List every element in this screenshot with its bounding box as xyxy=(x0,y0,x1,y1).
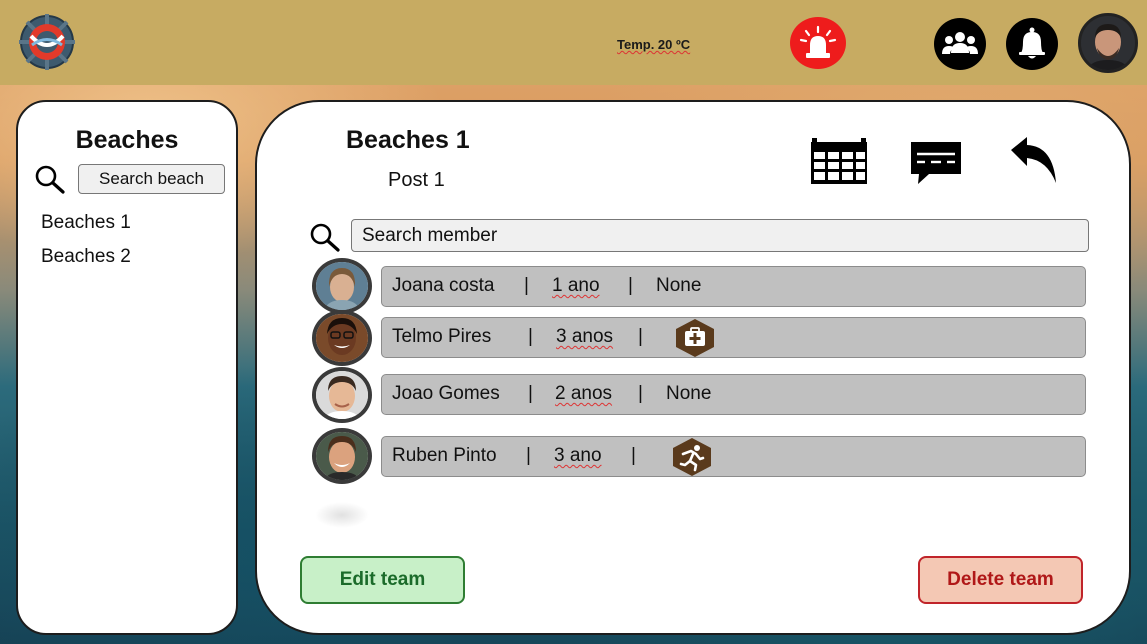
member-role: None xyxy=(656,275,702,296)
team-group-icon xyxy=(942,32,978,54)
runner-icon xyxy=(671,438,713,476)
member-name: Telmo Pires xyxy=(392,326,492,347)
member-search-input[interactable]: Search member xyxy=(351,219,1089,252)
beach-search-input[interactable]: Search beach xyxy=(78,164,225,194)
sidebar-title: Beaches xyxy=(75,126,179,154)
delete-team-button[interactable]: Delete team xyxy=(918,556,1083,604)
member-years: 2 anos xyxy=(555,383,613,404)
member-row[interactable]: Ruben Pinto | 3 ano | xyxy=(381,436,1086,477)
top-bar: Temp. 20 ºC xyxy=(0,0,1147,85)
member-years: 3 ano xyxy=(554,445,602,466)
search-icon[interactable] xyxy=(34,164,66,194)
alarm-siren-button[interactable] xyxy=(790,17,846,69)
sidebar-item-beaches-1[interactable]: Beaches 1 xyxy=(41,212,131,234)
member-row[interactable]: Joana costa | 1 ano | None xyxy=(381,266,1086,307)
notifications-button[interactable] xyxy=(1006,18,1058,70)
message-icon[interactable] xyxy=(909,140,963,186)
member-avatar[interactable] xyxy=(312,367,372,423)
empty-slot-placeholder xyxy=(315,502,369,528)
member-years: 3 anos xyxy=(556,326,614,347)
temperature-readout: Temp. 20 ºC xyxy=(617,37,691,52)
search-icon[interactable] xyxy=(309,222,341,252)
member-avatar[interactable] xyxy=(312,258,372,314)
bell-icon xyxy=(1019,27,1045,59)
alarm-siren-icon xyxy=(799,25,837,58)
beaches-sidebar: Beaches Search beach Beaches 1 Beaches 2 xyxy=(16,100,238,635)
member-name: Ruben Pinto xyxy=(392,445,497,466)
back-arrow-icon[interactable] xyxy=(1009,136,1059,186)
user-avatar[interactable] xyxy=(1078,13,1138,73)
edit-team-button[interactable]: Edit team xyxy=(300,556,465,604)
member-name: Joana costa xyxy=(392,275,495,296)
page-title: Beaches 1 xyxy=(346,126,470,154)
team-panel: Beaches 1 Post 1 Search member Joana cos… xyxy=(255,100,1131,635)
member-avatar[interactable] xyxy=(312,310,372,366)
lifebuoy-logo-icon[interactable] xyxy=(16,14,78,70)
member-name: Joao Gomes xyxy=(392,383,500,404)
member-role: None xyxy=(666,383,712,404)
separator: | xyxy=(638,383,643,404)
member-avatar[interactable] xyxy=(312,428,372,484)
separator: | xyxy=(528,326,533,347)
post-label: Post 1 xyxy=(388,169,445,191)
calendar-icon[interactable] xyxy=(810,138,868,186)
first-aid-icon xyxy=(674,319,716,357)
sidebar-item-beaches-2[interactable]: Beaches 2 xyxy=(41,246,131,268)
member-years: 1 ano xyxy=(552,275,600,296)
member-row[interactable]: Telmo Pires | 3 anos | xyxy=(381,317,1086,358)
separator: | xyxy=(631,445,636,466)
team-group-button[interactable] xyxy=(934,18,986,70)
separator: | xyxy=(526,445,531,466)
separator: | xyxy=(638,326,643,347)
member-row[interactable]: Joao Gomes | 2 anos | None xyxy=(381,374,1086,415)
separator: | xyxy=(628,275,633,296)
separator: | xyxy=(528,383,533,404)
separator: | xyxy=(524,275,529,296)
